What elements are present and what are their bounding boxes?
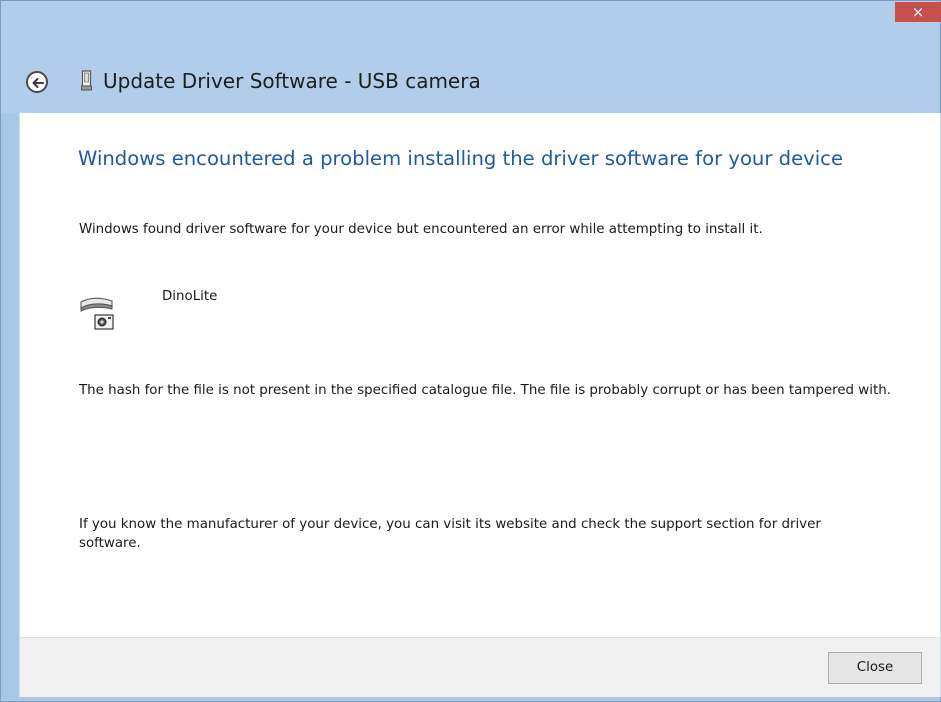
back-arrow-icon xyxy=(32,78,44,88)
content-area: Windows encountered a problem installing… xyxy=(19,113,941,637)
intro-text: Windows found driver software for your d… xyxy=(79,222,763,237)
window-close-button[interactable]: × xyxy=(895,2,941,22)
title-bar: × Update Driver Software - USB camera xyxy=(1,1,941,113)
back-button[interactable] xyxy=(26,71,48,93)
dialog-window: × Update Driver Software - USB camera Wi… xyxy=(0,0,941,702)
close-button[interactable]: Close xyxy=(828,652,922,684)
error-details-text: The hash for the file is not present in … xyxy=(79,383,891,398)
footer-bar: Close xyxy=(19,637,941,697)
error-heading: Windows encountered a problem installing… xyxy=(78,147,843,170)
device-name: DinoLite xyxy=(162,289,218,304)
help-text: If you know the manufacturer of your dev… xyxy=(79,517,821,551)
usb-camera-icon xyxy=(80,297,114,330)
window-title: Update Driver Software - USB camera xyxy=(103,69,481,93)
usb-device-icon xyxy=(81,70,92,91)
